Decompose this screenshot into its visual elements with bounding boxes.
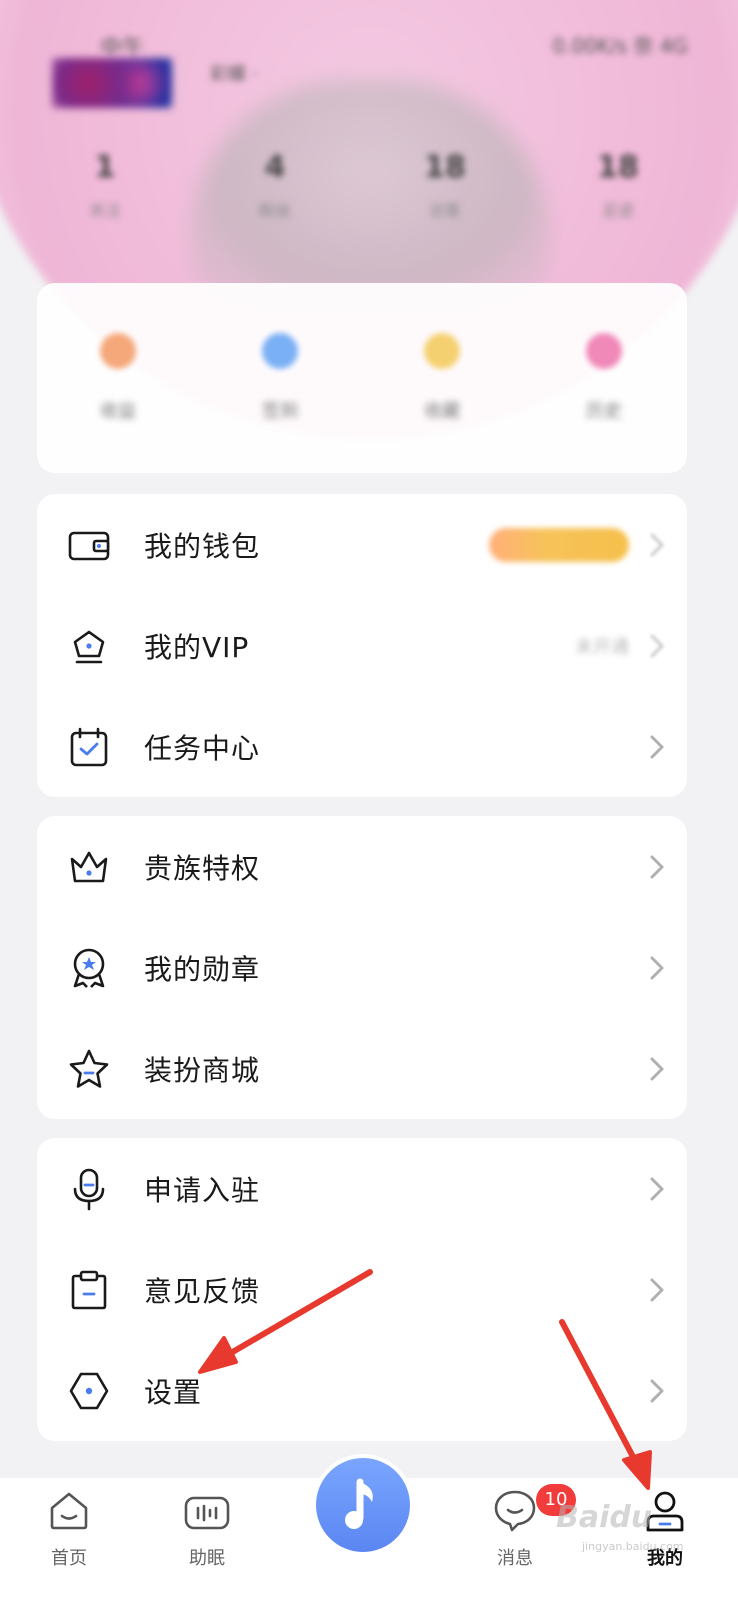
microphone-icon	[73, 1168, 105, 1210]
stat-visitors[interactable]: 18 访客	[395, 150, 495, 221]
watermark-logo: Baidu	[556, 1500, 653, 1535]
quick-actions-card: 收益 签到 收藏 历史	[37, 283, 687, 473]
menu-row-dress-up-mall[interactable]: 装扮商城	[37, 1018, 687, 1119]
menu-row-task-center[interactable]: 任务中心	[37, 696, 687, 797]
chevron-right-icon	[650, 634, 664, 657]
chevron-right-icon	[650, 735, 664, 758]
menu-row-wallet[interactable]: 我的钱包	[37, 494, 687, 595]
bottom-navigation: 首页 助眠 消息 我的	[0, 1454, 738, 1600]
menu-row-label: 设置	[144, 1375, 203, 1409]
wallet-promo-badge[interactable]	[489, 527, 629, 562]
menu-row-feedback[interactable]: 意见反馈	[37, 1239, 687, 1340]
stat-label: 访客	[428, 201, 461, 220]
menu-row-label: 意见反馈	[144, 1274, 261, 1308]
stat-value: 18	[424, 150, 466, 185]
nav-label: 助眠	[189, 1548, 225, 1569]
stat-label: 粉丝	[258, 201, 291, 220]
menu-row-label: 贵族特权	[144, 851, 261, 885]
nav-home[interactable]: 首页	[24, 1486, 114, 1570]
chevron-right-icon	[650, 1278, 664, 1301]
menu-row-noble[interactable]: 贵族特权	[37, 816, 687, 917]
chevron-right-icon	[650, 855, 664, 878]
checkin-icon	[262, 333, 298, 369]
history-icon	[586, 333, 622, 369]
stat-value: 18	[597, 150, 639, 185]
quick-action-label: 收藏	[424, 401, 460, 422]
home-icon	[50, 1492, 88, 1530]
menu-row-apply[interactable]: 申请入驻	[37, 1138, 687, 1239]
account-card: 我的钱包 我的VIP 未开通 任务中心	[37, 494, 687, 797]
vip-crown-icon	[73, 630, 105, 663]
quick-action-checkin[interactable]: 签到	[235, 333, 325, 423]
medal-icon	[73, 948, 105, 988]
calendar-check-icon	[70, 727, 108, 766]
menu-row-label: 我的VIP	[144, 630, 250, 664]
chevron-right-icon	[650, 1379, 664, 1402]
earnings-icon	[100, 333, 136, 369]
stat-footprints[interactable]: 18 足迹	[568, 150, 668, 221]
quick-action-history[interactable]: 历史	[559, 333, 649, 423]
chevron-right-icon	[650, 956, 664, 979]
menu-row-label: 我的钱包	[144, 529, 261, 563]
chevron-right-icon	[650, 533, 664, 556]
music-note-icon	[345, 1478, 373, 1529]
stat-fans[interactable]: 4 粉丝	[225, 150, 325, 221]
noble-crown-icon	[70, 851, 108, 882]
clipboard-icon	[71, 1270, 107, 1309]
stat-follow[interactable]: 1 关注	[55, 150, 155, 221]
menu-row-medals[interactable]: 我的勋章	[37, 917, 687, 1018]
sleep-radio-icon	[184, 1496, 230, 1530]
avatar[interactable]	[52, 58, 172, 108]
status-indicators: 0.00K/s 奈 4G	[552, 34, 688, 58]
stat-label: 关注	[88, 201, 121, 220]
center-play-button-face	[316, 1458, 410, 1552]
stat-value: 4	[264, 150, 286, 185]
quick-action-label: 收益	[100, 401, 136, 422]
quick-action-label: 签到	[262, 401, 298, 422]
settings-hexagon-icon	[69, 1372, 109, 1409]
vip-status-text: 未开通	[575, 636, 629, 658]
stats-row: 1 关注 4 粉丝 18 访客 18 足迹	[0, 150, 738, 240]
favorites-icon	[424, 333, 460, 369]
nav-sleep[interactable]: 助眠	[162, 1486, 252, 1570]
quick-action-favorites[interactable]: 收藏	[397, 333, 487, 423]
more-card: 申请入驻 意见反馈 设置	[37, 1138, 687, 1441]
wallet-icon	[68, 531, 110, 560]
menu-row-label: 装扮商城	[144, 1053, 261, 1087]
stat-label: 足迹	[601, 201, 634, 220]
nav-label: 消息	[497, 1548, 533, 1569]
watermark-url: jingyan.baidu.com	[582, 1540, 684, 1553]
menu-row-vip[interactable]: 我的VIP 未开通	[37, 595, 687, 696]
menu-row-label: 申请入驻	[144, 1173, 261, 1207]
center-play-button[interactable]	[312, 1454, 414, 1556]
username[interactable]: 彩蝶 ·	[210, 60, 257, 86]
privileges-card: 贵族特权 我的勋章 装扮商城	[37, 816, 687, 1119]
nav-label: 首页	[51, 1548, 87, 1569]
stat-value: 1	[94, 150, 116, 185]
chevron-right-icon	[650, 1177, 664, 1200]
star-icon	[69, 1049, 109, 1088]
quick-action-label: 历史	[586, 401, 622, 422]
chevron-right-icon	[650, 1057, 664, 1080]
quick-action-earnings[interactable]: 收益	[73, 333, 163, 423]
menu-row-settings[interactable]: 设置	[37, 1340, 687, 1441]
message-icon	[494, 1490, 536, 1532]
menu-row-label: 我的勋章	[144, 952, 261, 986]
menu-row-label: 任务中心	[144, 731, 261, 765]
